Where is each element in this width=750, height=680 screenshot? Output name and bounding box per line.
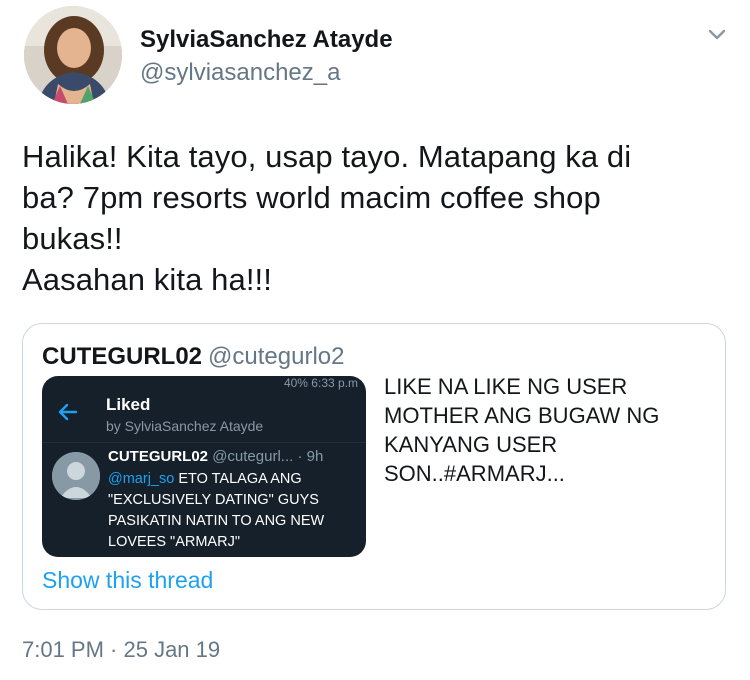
quoted-handle: @cutegurlo2 xyxy=(208,343,345,370)
screenshot-tweet-header: CUTEGURL02 @cutegurl... · 9h xyxy=(108,448,360,465)
author-handle[interactable]: @sylviasanchez_a xyxy=(140,59,340,87)
arrow-left-icon xyxy=(56,400,86,430)
screenshot-time: · 9h xyxy=(297,448,324,465)
screenshot-title: Liked xyxy=(106,395,151,414)
avatar-image xyxy=(24,6,122,104)
screenshot-avatar xyxy=(52,452,100,500)
screenshot-divider xyxy=(42,442,366,443)
screenshot-status-bar: 40% 6:33 p.m xyxy=(283,376,358,390)
screenshot-subtitle: by SylviaSanchez Atayde xyxy=(106,418,264,434)
screenshot-handle: @cutegurl... xyxy=(212,448,294,465)
tweet-timestamp[interactable]: 7:01 PM · 25 Jan 19 xyxy=(22,637,220,663)
screenshot-name: CUTEGURL02 xyxy=(108,448,209,465)
tweet-text: Halika! Kita tayo, usap tayo. Matapang k… xyxy=(22,139,632,297)
chevron-down-icon[interactable] xyxy=(702,20,732,50)
quoted-tweet-card[interactable]: CUTEGURL02 @cutegurlo2 40% 6:33 p.m Liked… xyxy=(22,323,726,610)
screenshot-mention: @marj_so xyxy=(108,471,175,487)
quoted-tweet-header: CUTEGURL02 @cutegurlo2 xyxy=(42,343,344,371)
quoted-tweet-image[interactable]: 40% 6:33 p.m Liked by SylviaSanchez Atay… xyxy=(42,376,366,557)
author-avatar[interactable] xyxy=(24,6,122,104)
show-thread-link[interactable]: Show this thread xyxy=(42,567,213,594)
quoted-display-name: CUTEGURL02 xyxy=(42,343,203,370)
screenshot-tweet-body: @marj_so ETO TALAGA ANG "EXCLUSIVELY DAT… xyxy=(108,469,360,553)
author-display-name[interactable]: SylviaSanchez Atayde xyxy=(140,26,393,54)
quoted-tweet-text: LIKE NA LIKE NG USER MOTHER ANG BUGAW NG… xyxy=(384,374,660,486)
